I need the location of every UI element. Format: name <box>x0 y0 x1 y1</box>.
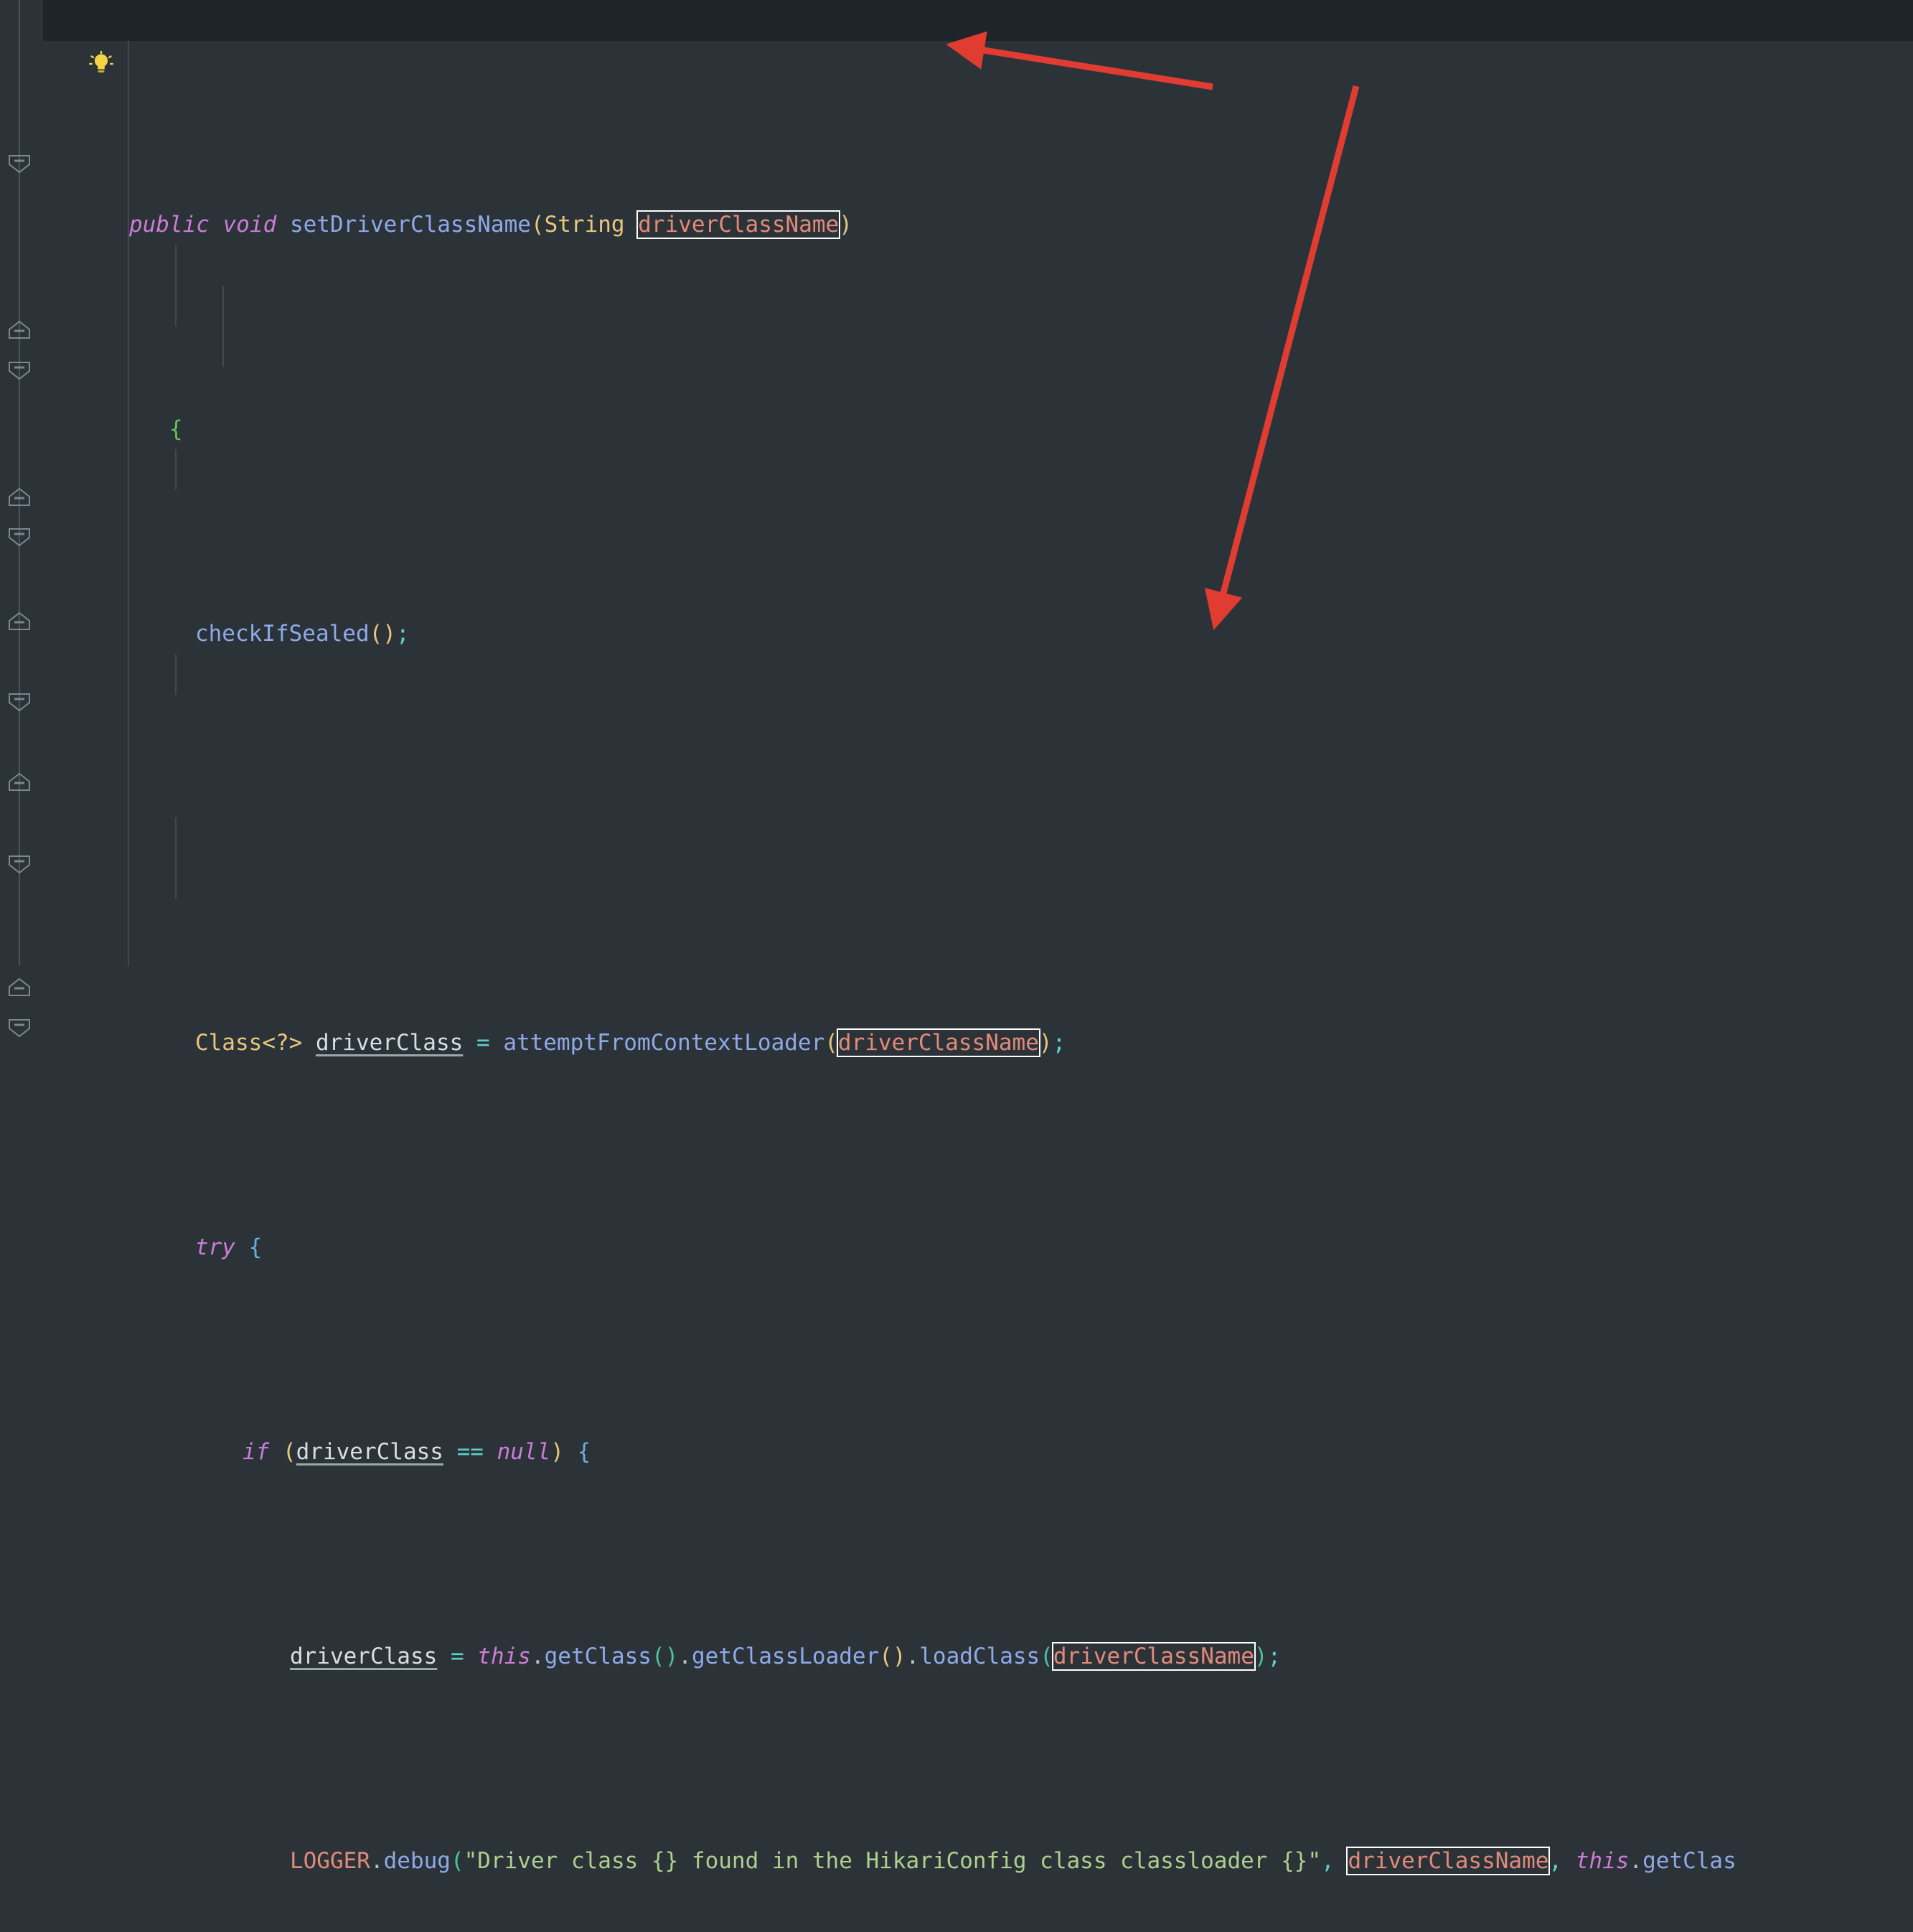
token-string: "Driver class {} found in the HikariConf… <box>464 1848 1322 1874</box>
fold-marker[interactable] <box>8 530 31 630</box>
token-keyword: void <box>222 212 277 238</box>
code-line[interactable]: { <box>43 368 1913 442</box>
token-brace: { <box>577 1439 591 1465</box>
fold-marker[interactable] <box>8 690 31 791</box>
token-method-call: debug <box>383 1848 451 1874</box>
highlighted-occurrence[interactable]: driverClassName <box>1348 1848 1549 1874</box>
fold-marker[interactable] <box>8 937 31 1038</box>
fold-marker[interactable] <box>8 774 31 874</box>
token-method-call: checkIfSealed <box>194 621 370 647</box>
fold-marker[interactable] <box>8 405 31 506</box>
highlighted-occurrence[interactable]: driverClassName <box>638 212 840 238</box>
token-local-variable: driverClass <box>289 1643 438 1669</box>
token-method-name: setDriverClassName <box>289 212 531 238</box>
token-keyword: this <box>1575 1848 1630 1874</box>
token-method-call: getClass <box>544 1643 652 1669</box>
fold-marker[interactable] <box>8 238 31 339</box>
highlighted-occurrence[interactable]: driverClassName <box>837 1030 1039 1056</box>
highlighted-occurrence[interactable]: driverClassName <box>1053 1643 1254 1669</box>
token-keyword: try <box>194 1234 235 1260</box>
token-keyword: if <box>242 1439 270 1465</box>
token-brace: { <box>248 1234 263 1260</box>
code-line[interactable]: if (driverClass == null) { <box>43 1391 1913 1465</box>
token-method-call: getClas <box>1642 1848 1736 1874</box>
code-line[interactable]: Class<?> driverClass = attemptFromContex… <box>43 982 1913 1056</box>
code-line[interactable]: driverClass = this.getClass().getClassLo… <box>43 1595 1913 1669</box>
fold-marker[interactable] <box>8 73 31 174</box>
fold-marker[interactable] <box>8 446 31 547</box>
fold-marker[interactable] <box>8 896 31 996</box>
token-local-variable: driverClass <box>296 1439 443 1465</box>
token-method-call: attemptFromContextLoader <box>503 1030 825 1056</box>
token-keyword: null <box>497 1439 551 1465</box>
fold-marker[interactable] <box>8 280 31 380</box>
code-content[interactable]: public void setDriverClassName(String dr… <box>43 0 1913 1874</box>
code-editor[interactable]: public void setDriverClassName(String dr… <box>0 0 1913 1874</box>
token-method-call: loadClass <box>919 1643 1040 1669</box>
editor-gutter[interactable] <box>0 0 43 1038</box>
token-type: String <box>544 212 625 238</box>
token-keyword: public <box>128 212 210 238</box>
token-method-call: getClassLoader <box>691 1643 880 1669</box>
fold-marker[interactable] <box>8 611 31 712</box>
token-keyword: this <box>477 1643 531 1669</box>
token-type: Class <box>194 1030 263 1056</box>
token-local-variable: driverClass <box>315 1030 464 1056</box>
code-line[interactable]: LOGGER.debug("Driver class {} found in t… <box>43 1800 1913 1874</box>
token-field: LOGGER <box>289 1848 370 1874</box>
token-brace: { <box>169 416 183 442</box>
code-line[interactable]: try { <box>43 1186 1913 1260</box>
code-line[interactable]: checkIfSealed(); <box>43 573 1913 647</box>
code-line[interactable]: public void setDriverClassName(String dr… <box>43 164 1913 238</box>
